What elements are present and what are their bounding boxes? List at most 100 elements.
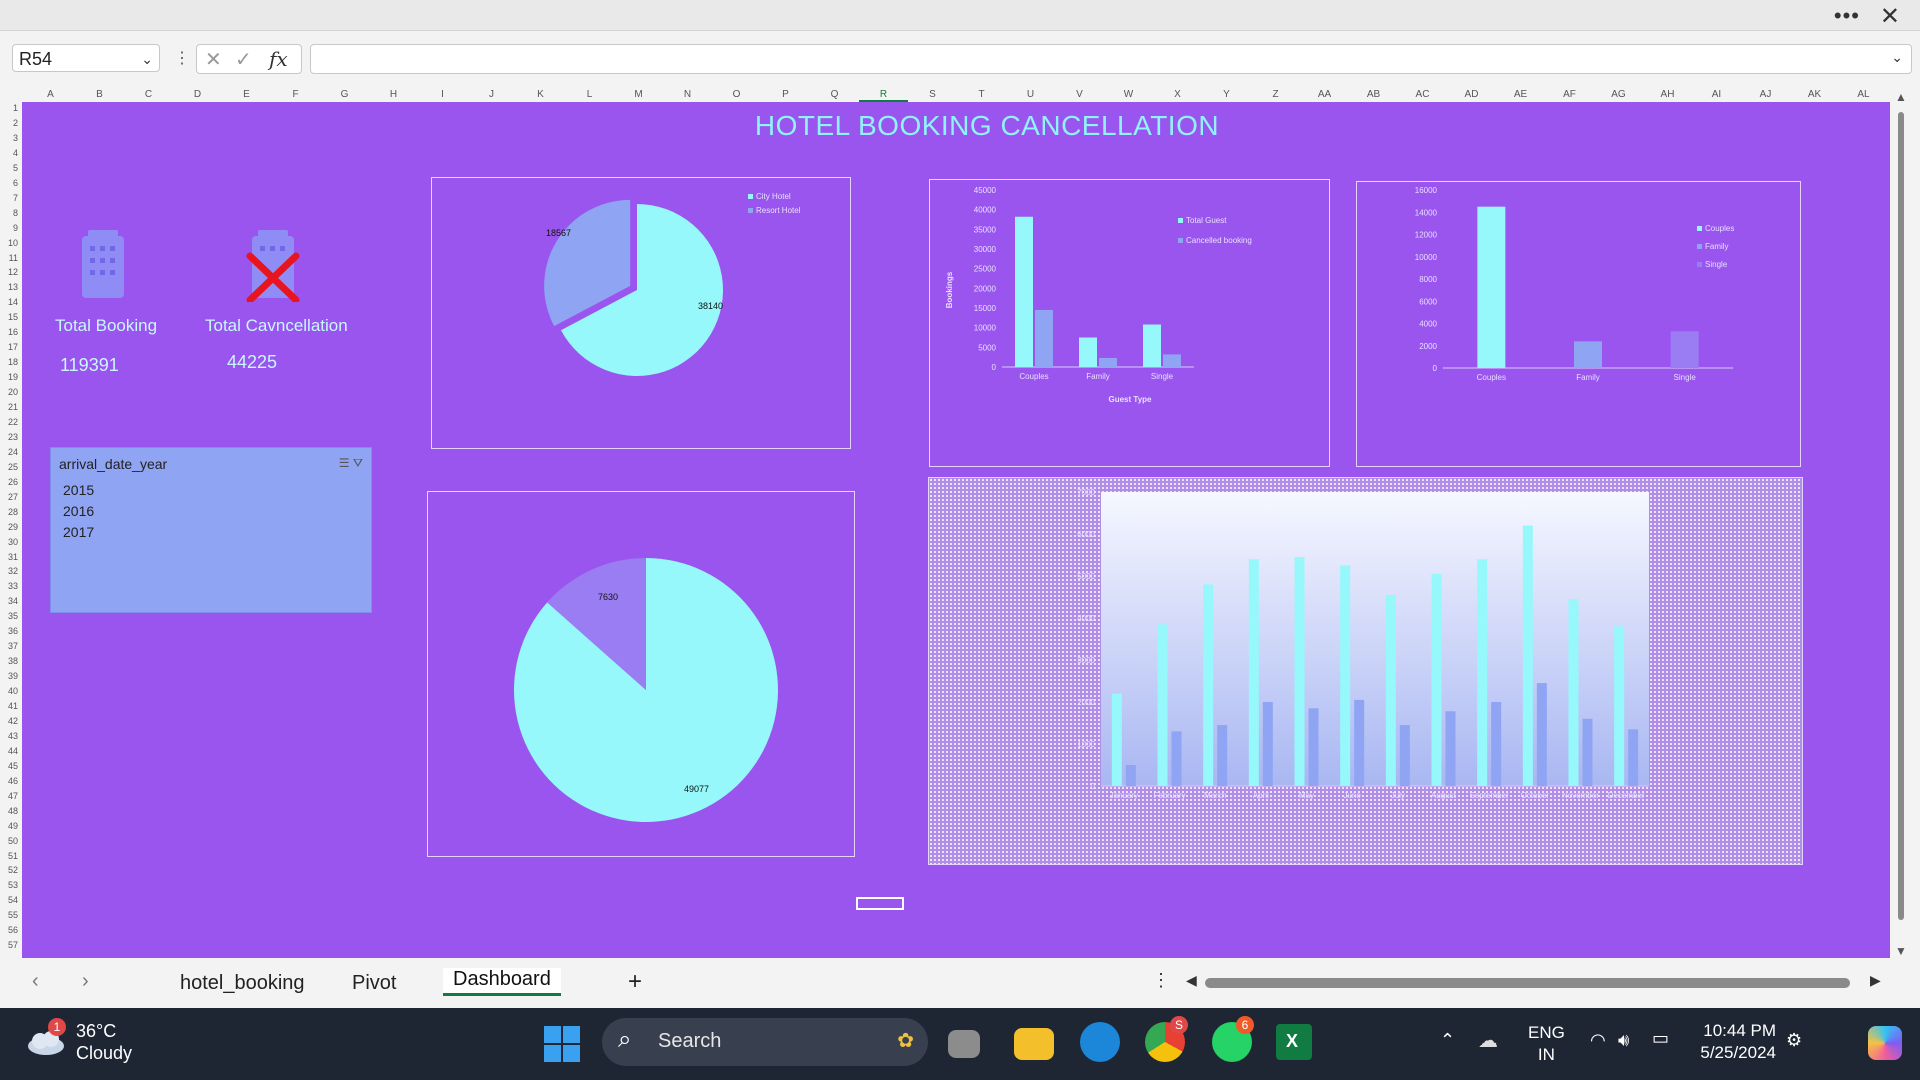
column-header-AE[interactable]: AE (1496, 89, 1545, 100)
row-header-41[interactable]: 41 (0, 701, 18, 711)
row-header-31[interactable]: 31 (0, 552, 18, 562)
row-header-2[interactable]: 2 (0, 118, 18, 128)
column-header-R[interactable]: R (859, 89, 908, 102)
row-header-57[interactable]: 57 (0, 940, 18, 950)
row-header-14[interactable]: 14 (0, 297, 18, 307)
column-header-I[interactable]: I (418, 89, 467, 100)
row-header-29[interactable]: 29 (0, 522, 18, 532)
column-header-F[interactable]: F (271, 89, 320, 100)
add-sheet-button[interactable]: + (628, 968, 642, 996)
column-header-D[interactable]: D (173, 89, 222, 100)
column-header-K[interactable]: K (516, 89, 565, 100)
selected-cell[interactable] (856, 897, 904, 910)
tab-dashboard[interactable]: Dashboard (443, 968, 561, 996)
row-header-22[interactable]: 22 (0, 417, 18, 427)
row-header-3[interactable]: 3 (0, 133, 18, 143)
more-options-icon[interactable]: ••• (1834, 3, 1860, 29)
column-header-AH[interactable]: AH (1643, 89, 1692, 100)
row-header-4[interactable]: 4 (0, 148, 18, 158)
weather-widget[interactable]: 36°C Cloudy (76, 1020, 132, 1064)
slicer-item-2016[interactable]: 2016 (63, 503, 94, 519)
clock[interactable]: 10:44 PM 5/25/2024 (1686, 1020, 1776, 1064)
column-header-AF[interactable]: AF (1545, 89, 1594, 100)
column-header-U[interactable]: U (1006, 89, 1055, 100)
column-header-T[interactable]: T (957, 89, 1006, 100)
hotel-type-pie-chart[interactable]: 38140 18567 City Hotel Resort Hotel (431, 177, 851, 449)
row-header-24[interactable]: 24 (0, 447, 18, 457)
column-header-Z[interactable]: Z (1251, 89, 1300, 100)
row-header-17[interactable]: 17 (0, 342, 18, 352)
clear-filter-icon[interactable]: ⛛ (353, 456, 363, 470)
tab-options-icon[interactable]: ⋮ (1152, 970, 1170, 991)
row-header-18[interactable]: 18 (0, 357, 18, 367)
task-view-icon[interactable] (948, 1030, 980, 1058)
row-header-49[interactable]: 49 (0, 821, 18, 831)
row-header-13[interactable]: 13 (0, 282, 18, 292)
column-header-S[interactable]: S (908, 89, 957, 100)
tab-hotel-booking[interactable]: hotel_booking (180, 972, 305, 995)
dashboard-sheet[interactable]: HOTEL BOOKING CANCELLATION Total Booking… (22, 102, 1890, 958)
row-header-54[interactable]: 54 (0, 895, 18, 905)
volume-icon[interactable]: 🔊︎ (1618, 1030, 1629, 1051)
row-header-20[interactable]: 20 (0, 387, 18, 397)
row-header-32[interactable]: 32 (0, 566, 18, 576)
row-header-51[interactable]: 51 (0, 851, 18, 861)
row-header-6[interactable]: 6 (0, 178, 18, 188)
row-header-5[interactable]: 5 (0, 163, 18, 173)
name-box[interactable]: R54 ⌄ (12, 44, 160, 72)
column-header-A[interactable]: A (26, 89, 75, 100)
column-header-AA[interactable]: AA (1300, 89, 1349, 100)
row-header-10[interactable]: 10 (0, 238, 18, 248)
wifi-icon[interactable]: ◠ (1590, 1030, 1606, 1051)
formula-input[interactable]: ⌄ (310, 44, 1912, 74)
column-header-AL[interactable]: AL (1839, 89, 1888, 100)
column-header-N[interactable]: N (663, 89, 712, 100)
column-header-X[interactable]: X (1153, 89, 1202, 100)
row-header-46[interactable]: 46 (0, 776, 18, 786)
row-header-28[interactable]: 28 (0, 507, 18, 517)
windows-start-icon[interactable] (544, 1026, 580, 1062)
row-header-23[interactable]: 23 (0, 432, 18, 442)
row-header-56[interactable]: 56 (0, 925, 18, 935)
fx-icon[interactable]: fx (269, 47, 288, 71)
show-hidden-icons-icon[interactable]: ⌃ (1440, 1030, 1455, 1051)
column-header-L[interactable]: L (565, 89, 614, 100)
row-header-38[interactable]: 38 (0, 656, 18, 666)
row-header-45[interactable]: 45 (0, 761, 18, 771)
row-header-12[interactable]: 12 (0, 267, 18, 277)
column-header-V[interactable]: V (1055, 89, 1104, 100)
row-header-55[interactable]: 55 (0, 910, 18, 920)
column-header-AB[interactable]: AB (1349, 89, 1398, 100)
onedrive-icon[interactable]: ☁ (1478, 1028, 1498, 1053)
row-header-50[interactable]: 50 (0, 836, 18, 846)
row-header-26[interactable]: 26 (0, 477, 18, 487)
column-header-AD[interactable]: AD (1447, 89, 1496, 100)
column-header-AI[interactable]: AI (1692, 89, 1741, 100)
row-header-33[interactable]: 33 (0, 581, 18, 591)
monthly-bookings-bar-chart[interactable]: 0 1000 2000 3000 4000 5000 6000 7000 January Febr… (928, 477, 1803, 865)
row-header-30[interactable]: 30 (0, 537, 18, 547)
scroll-down-icon[interactable]: ▼ (1895, 944, 1907, 958)
column-header-Y[interactable]: Y (1202, 89, 1251, 100)
notifications-icon[interactable]: ⚙ (1786, 1030, 1802, 1051)
vertical-scrollbar[interactable]: ▲ ▼ (1892, 90, 1910, 958)
year-slicer[interactable]: arrival_date_year ☰ ⛛ 2015 2016 2017 (50, 447, 372, 613)
row-header-37[interactable]: 37 (0, 641, 18, 651)
copilot-icon[interactable] (1868, 1026, 1902, 1060)
slicer-item-2017[interactable]: 2017 (63, 524, 94, 540)
scroll-right-icon[interactable]: ▶ (1870, 972, 1881, 989)
row-header-53[interactable]: 53 (0, 880, 18, 890)
vertical-scroll-thumb[interactable] (1898, 112, 1904, 920)
horizontal-scroll-thumb[interactable] (1205, 978, 1850, 988)
close-icon[interactable]: ✕ (1880, 2, 1900, 31)
column-header-AC[interactable]: AC (1398, 89, 1447, 100)
excel-icon[interactable]: X (1276, 1024, 1312, 1060)
row-header-43[interactable]: 43 (0, 731, 18, 741)
column-header-H[interactable]: H (369, 89, 418, 100)
cancel-icon[interactable]: ✕ (205, 47, 222, 72)
vertical-dots-icon[interactable]: ⋮ (174, 48, 190, 68)
row-header-42[interactable]: 42 (0, 716, 18, 726)
tab-pivot[interactable]: Pivot (352, 972, 396, 995)
next-sheet-icon[interactable]: › (82, 970, 89, 993)
row-header-52[interactable]: 52 (0, 865, 18, 875)
